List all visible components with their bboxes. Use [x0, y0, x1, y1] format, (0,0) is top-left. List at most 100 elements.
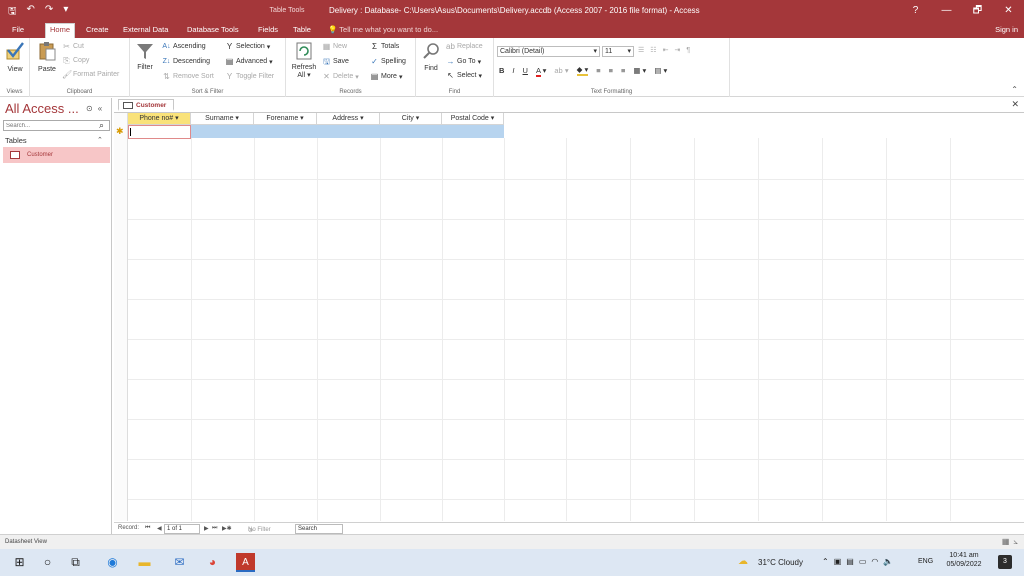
- copy-button[interactable]: ⎘ Copy: [62, 56, 89, 65]
- paste-button[interactable]: Paste: [33, 66, 61, 73]
- tab-create[interactable]: Create: [82, 24, 113, 38]
- align-center-icon[interactable]: ≡: [609, 66, 613, 75]
- nav-menu-icon[interactable]: ⊙: [86, 104, 93, 113]
- next-record-button[interactable]: ▶: [204, 525, 209, 532]
- column-header-phone[interactable]: Phone no# ▾: [128, 113, 191, 125]
- datasheet-view-icon[interactable]: ▦: [1002, 537, 1010, 547]
- chevron-down-icon[interactable]: ▾: [300, 115, 304, 122]
- indent-increase-icon[interactable]: ⇥: [674, 46, 680, 54]
- tray-app-icon[interactable]: ▤: [846, 557, 854, 576]
- column-header-postal-code[interactable]: Postal Code ▾: [442, 113, 504, 125]
- advanced-button[interactable]: ▤ Advanced ▾: [225, 57, 273, 66]
- align-left-icon[interactable]: ≡: [596, 66, 600, 75]
- font-name-select[interactable]: Calibri (Detail) ▾: [497, 46, 600, 57]
- cut-button[interactable]: ✂ Cut: [62, 42, 84, 51]
- underline-button[interactable]: U: [523, 66, 528, 75]
- notifications-badge[interactable]: 3: [998, 555, 1012, 569]
- record-selector-column[interactable]: [114, 113, 128, 521]
- nav-search-input[interactable]: [3, 120, 110, 131]
- task-view-icon[interactable]: ⧉: [67, 554, 84, 571]
- spelling-button[interactable]: ✓ Spelling: [370, 57, 406, 66]
- design-view-icon[interactable]: ⦣: [1013, 537, 1018, 547]
- bullets-icon[interactable]: ☰: [638, 46, 644, 54]
- go-to-button[interactable]: → Go To ▾: [446, 57, 482, 66]
- battery-icon[interactable]: ▭: [859, 557, 867, 576]
- close-button[interactable]: ✕: [993, 0, 1024, 21]
- delete-record-button[interactable]: ✕ Delete ▾: [322, 72, 359, 81]
- totals-button[interactable]: Σ Totals: [370, 42, 399, 51]
- filter-button[interactable]: Filter: [132, 64, 158, 71]
- align-right-icon[interactable]: ≡: [621, 66, 625, 75]
- tray-app-icon[interactable]: ▣: [834, 557, 842, 576]
- nav-pane-header[interactable]: All Access ...: [5, 101, 79, 116]
- edge-browser-icon[interactable]: ◉: [104, 554, 121, 571]
- previous-record-button[interactable]: ◀: [157, 525, 162, 532]
- help-button[interactable]: ?: [900, 0, 931, 21]
- selection-button[interactable]: Y Selection ▾: [225, 42, 270, 51]
- search-icon[interactable]: ⌕: [99, 120, 104, 131]
- font-size-select[interactable]: 11 ▾: [602, 46, 634, 57]
- column-header-address[interactable]: Address ▾: [317, 113, 380, 125]
- numbering-icon[interactable]: ☷: [650, 46, 656, 54]
- mail-icon[interactable]: ✉: [171, 554, 188, 571]
- current-record-box[interactable]: 1 of 1: [164, 524, 200, 534]
- column-header-surname[interactable]: Surname ▾: [191, 113, 254, 125]
- new-record-button[interactable]: ▦ New: [322, 42, 347, 51]
- minimize-button[interactable]: —: [931, 0, 962, 21]
- chevron-down-icon[interactable]: ▾: [360, 115, 364, 122]
- collapse-ribbon-icon[interactable]: ⌃: [1011, 85, 1018, 94]
- customize-qat-icon[interactable]: ▾: [63, 4, 68, 21]
- tab-table[interactable]: Table: [289, 24, 315, 38]
- column-header-city[interactable]: City ▾: [380, 113, 442, 125]
- last-record-button[interactable]: ⏭: [212, 525, 217, 532]
- first-record-button[interactable]: ⏮: [145, 525, 150, 532]
- view-button[interactable]: View: [3, 66, 27, 73]
- search-icon[interactable]: ○: [39, 554, 56, 571]
- more-button[interactable]: ▤ More ▾: [370, 72, 403, 81]
- indent-decrease-icon[interactable]: ⇤: [663, 46, 669, 54]
- chevron-down-icon[interactable]: ▾: [235, 115, 239, 122]
- fill-color-icon[interactable]: ◆ ▾: [576, 65, 589, 76]
- restore-button[interactable]: 🗗: [962, 0, 993, 21]
- clock[interactable]: 10:41 am 05/09/2022: [938, 549, 990, 576]
- tab-home[interactable]: Home: [45, 23, 76, 38]
- column-header-forename[interactable]: Forename ▾: [254, 113, 317, 125]
- toggle-filter-button[interactable]: Y Toggle Filter: [225, 72, 274, 81]
- highlight-icon[interactable]: ab ▾: [554, 66, 568, 75]
- tab-external-data[interactable]: External Data: [119, 24, 172, 38]
- chevron-down-icon[interactable]: ▾: [491, 115, 495, 122]
- undo-icon[interactable]: ↶: [27, 4, 35, 21]
- descending-button[interactable]: Z↓ Descending: [162, 57, 210, 66]
- chrome-browser-icon[interactable]: ◕: [204, 554, 221, 571]
- nav-section-tables[interactable]: Tables: [5, 136, 27, 145]
- replace-button[interactable]: ab Replace: [446, 42, 483, 51]
- select-button[interactable]: ↖ Select ▾: [446, 71, 482, 80]
- record-search-box[interactable]: Search: [295, 524, 343, 534]
- volume-icon[interactable]: 🔈: [883, 557, 893, 576]
- bold-button[interactable]: B: [499, 66, 504, 75]
- save-icon[interactable]: 🖫: [8, 4, 17, 21]
- shutter-bar-icon[interactable]: «: [98, 104, 102, 113]
- redo-icon[interactable]: ↷: [45, 4, 53, 21]
- font-color-button[interactable]: A ▾: [535, 66, 546, 77]
- find-button[interactable]: Find: [419, 65, 443, 72]
- tell-me-box[interactable]: 💡 Tell me what you want to do...: [328, 25, 438, 34]
- refresh-all-button[interactable]: Refresh All ▾: [289, 64, 319, 80]
- sign-in-link[interactable]: Sign in: [995, 25, 1018, 34]
- document-tab-customer[interactable]: Customer: [118, 99, 174, 111]
- access-app-icon[interactable]: A: [236, 553, 255, 572]
- ascending-button[interactable]: A↓ Ascending: [162, 42, 205, 51]
- chevron-up-icon[interactable]: ⌃: [822, 557, 829, 576]
- windows-start-icon[interactable]: ⊞: [11, 554, 28, 571]
- italic-button[interactable]: I: [512, 66, 514, 75]
- save-record-button[interactable]: 🖫 Save: [322, 57, 349, 66]
- new-record-phone-cell[interactable]: [128, 125, 191, 139]
- paragraph-direction-icon[interactable]: ¶: [686, 47, 690, 54]
- remove-sort-button[interactable]: ⇅ Remove Sort: [162, 72, 214, 81]
- alternate-row-color-icon[interactable]: ▤ ▾: [654, 66, 667, 75]
- new-record-nav-button[interactable]: ▶✱: [222, 525, 232, 532]
- tab-database-tools[interactable]: Database Tools: [183, 24, 243, 38]
- wifi-icon[interactable]: ◠: [871, 557, 878, 576]
- close-document-icon[interactable]: ✕: [1011, 99, 1019, 110]
- chevron-down-icon[interactable]: ▾: [175, 115, 179, 122]
